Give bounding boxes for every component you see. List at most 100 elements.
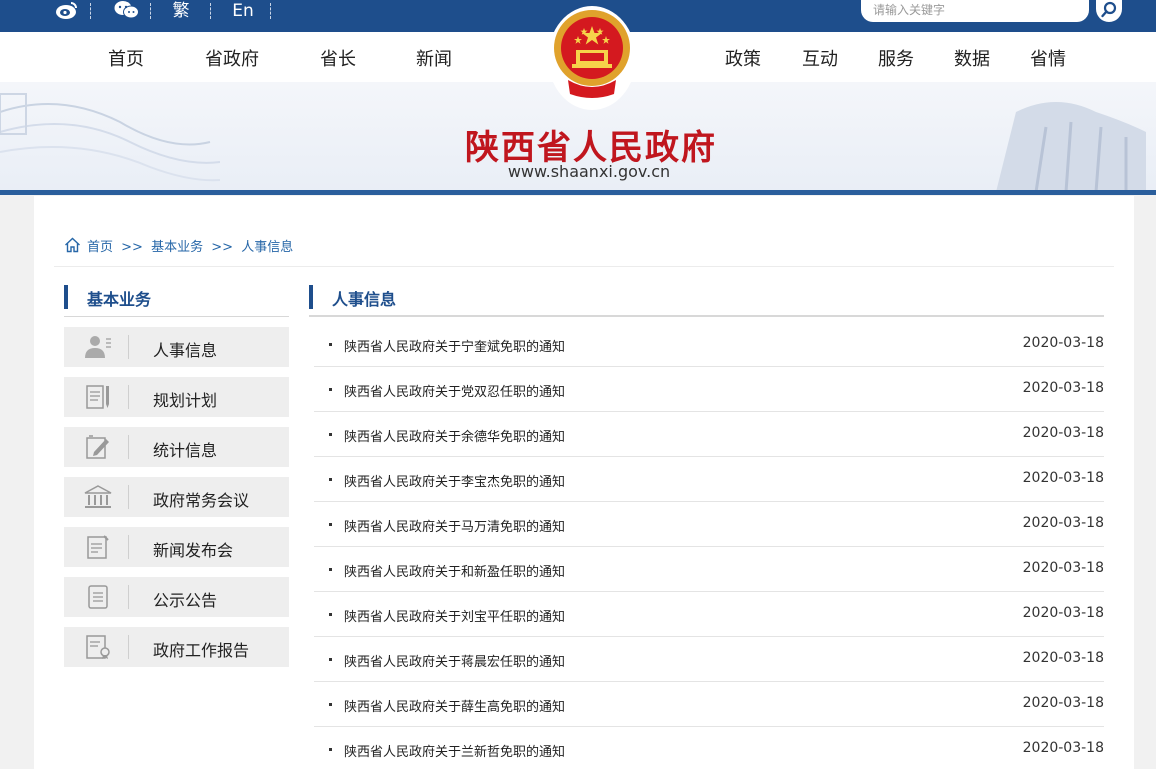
heading-accent-bar (309, 285, 313, 309)
home-icon[interactable] (64, 237, 81, 253)
sidebar-item-label: 人事信息 (153, 341, 218, 360)
sidebar-item-planning[interactable]: 规划计划 (64, 377, 289, 417)
list-item-date: 2020-03-18 (1022, 740, 1104, 756)
list-item-title[interactable]: 陕西省人民政府关于刘宝平任职的通知 (344, 606, 565, 625)
nav-item-services[interactable]: 服务 (878, 45, 914, 71)
sidebar-heading: 基本业务 (64, 285, 289, 317)
sidebar-item-divider (128, 335, 129, 359)
list-item-title[interactable]: 陕西省人民政府关于和新盈任职的通知 (344, 561, 565, 580)
bullet-icon (329, 388, 332, 391)
list-item-date: 2020-03-18 (1022, 470, 1104, 486)
bullet-icon (329, 658, 332, 661)
sidebar-item-press-conference[interactable]: 新闻发布会 (64, 527, 289, 567)
article-list: 陕西省人民政府关于宁奎斌免职的通知 2020-03-18 陕西省人民政府关于党双忍… (314, 322, 1104, 769)
bullet-icon (329, 523, 332, 526)
edit-note-icon (86, 435, 109, 459)
english-link[interactable]: En (230, 0, 256, 22)
nav-item-governor[interactable]: 省长 (320, 45, 356, 71)
list-item-date: 2020-03-18 (1022, 605, 1104, 621)
nav-item-home[interactable]: 首页 (108, 45, 144, 71)
breadcrumb-basic-business[interactable]: 基本业务 (151, 240, 203, 255)
bullet-icon (329, 478, 332, 481)
government-building-icon (84, 485, 112, 508)
breadcrumb: 首页 >> 基本业务 >> 人事信息 (64, 236, 297, 255)
sidebar-item-divider (128, 635, 129, 659)
sidebar-item-divider (128, 585, 129, 609)
list-item[interactable]: 陕西省人民政府关于兰新哲免职的通知 2020-03-18 (314, 727, 1104, 769)
nav-item-policy[interactable]: 政策 (725, 45, 761, 71)
list-heading-text: 人事信息 (332, 290, 397, 309)
topbar-divider (270, 3, 271, 19)
list-item[interactable]: 陕西省人民政府关于薛生高免职的通知 2020-03-18 (314, 682, 1104, 727)
topbar-divider (150, 3, 151, 19)
bullet-icon (329, 748, 332, 751)
weibo-icon[interactable] (54, 0, 80, 22)
list-item-date: 2020-03-18 (1022, 335, 1104, 351)
nav-item-interaction[interactable]: 互动 (802, 45, 838, 71)
bullet-icon (329, 433, 332, 436)
report-certificate-icon (86, 635, 110, 659)
banner-bottom-strip (0, 190, 1156, 195)
list-item-title[interactable]: 陕西省人民政府关于宁奎斌免职的通知 (344, 336, 565, 355)
traditional-chinese-link[interactable]: 繁 (170, 0, 192, 22)
list-item[interactable]: 陕西省人民政府关于余德华免职的通知 2020-03-18 (314, 412, 1104, 457)
list-item-date: 2020-03-18 (1022, 695, 1104, 711)
notice-list-icon (88, 585, 108, 609)
list-item-title[interactable]: 陕西省人民政府关于党双忍任职的通知 (344, 381, 565, 400)
list-item[interactable]: 陕西省人民政府关于马万清免职的通知 2020-03-18 (314, 502, 1104, 547)
wechat-icon[interactable] (114, 0, 140, 22)
content-panel: 首页 >> 基本业务 >> 人事信息 基本业务 人事信息 规划计划 统计信息 政… (34, 196, 1134, 769)
person-list-icon (85, 336, 111, 358)
list-item-title[interactable]: 陕西省人民政府关于兰新哲免职的通知 (344, 741, 565, 760)
sidebar-item-label: 统计信息 (153, 441, 218, 460)
nav-item-data[interactable]: 数据 (954, 45, 990, 71)
topbar-divider (210, 3, 211, 19)
list-item-title[interactable]: 陕西省人民政府关于余德华免职的通知 (344, 426, 565, 445)
list-item-title[interactable]: 陕西省人民政府关于马万清免职的通知 (344, 516, 565, 535)
sidebar-item-public-notice[interactable]: 公示公告 (64, 577, 289, 617)
search-input[interactable] (861, 0, 1089, 22)
list-item-date: 2020-03-18 (1022, 515, 1104, 531)
list-heading: 人事信息 (309, 285, 1104, 317)
document-pen-icon (86, 385, 109, 409)
nav-item-news[interactable]: 新闻 (416, 45, 452, 71)
nav-item-provincial-government[interactable]: 省政府 (205, 45, 259, 71)
sidebar-item-divider (128, 535, 129, 559)
bullet-icon (329, 613, 332, 616)
sidebar-item-label: 政府工作报告 (153, 641, 250, 660)
list-item-date: 2020-03-18 (1022, 380, 1104, 396)
breadcrumb-separator: >> (121, 240, 143, 255)
search-icon (1101, 1, 1117, 18)
list-item[interactable]: 陕西省人民政府关于和新盈任职的通知 2020-03-18 (314, 547, 1104, 592)
list-item-title[interactable]: 陕西省人民政府关于李宝杰免职的通知 (344, 471, 565, 490)
site-url: www.shaanxi.gov.cn (507, 162, 671, 181)
topbar-divider (90, 3, 91, 19)
bullet-icon (329, 343, 332, 346)
list-item-date: 2020-03-18 (1022, 650, 1104, 666)
bullet-icon (329, 703, 332, 706)
heading-accent-bar (64, 285, 68, 309)
sidebar-item-personnel-info[interactable]: 人事信息 (64, 327, 289, 367)
list-item-title[interactable]: 陕西省人民政府关于薛生高免职的通知 (344, 696, 565, 715)
notepad-icon (87, 535, 109, 559)
bullet-icon (329, 568, 332, 571)
list-item-title[interactable]: 陕西省人民政府关于蒋晨宏任职的通知 (344, 651, 565, 670)
sidebar-item-divider (128, 485, 129, 509)
list-item[interactable]: 陕西省人民政府关于宁奎斌免职的通知 2020-03-18 (314, 322, 1104, 367)
breadcrumb-divider (54, 266, 1114, 267)
nav-item-province-info[interactable]: 省情 (1030, 45, 1066, 71)
sidebar-item-label: 新闻发布会 (153, 541, 234, 560)
sidebar-item-executive-meeting[interactable]: 政府常务会议 (64, 477, 289, 517)
sidebar-item-statistics[interactable]: 统计信息 (64, 427, 289, 467)
list-item[interactable]: 陕西省人民政府关于党双忍任职的通知 2020-03-18 (314, 367, 1104, 412)
national-emblem-icon[interactable] (546, 2, 638, 110)
list-item[interactable]: 陕西省人民政府关于刘宝平任职的通知 2020-03-18 (314, 592, 1104, 637)
search-button[interactable] (1096, 0, 1122, 22)
list-item[interactable]: 陕西省人民政府关于蒋晨宏任职的通知 2020-03-18 (314, 637, 1104, 682)
list-item-date: 2020-03-18 (1022, 425, 1104, 441)
sidebar-item-label: 政府常务会议 (153, 491, 250, 510)
breadcrumb-home[interactable]: 首页 (87, 240, 113, 255)
list-item[interactable]: 陕西省人民政府关于李宝杰免职的通知 2020-03-18 (314, 457, 1104, 502)
sidebar-item-work-report[interactable]: 政府工作报告 (64, 627, 289, 667)
breadcrumb-current[interactable]: 人事信息 (241, 240, 293, 255)
